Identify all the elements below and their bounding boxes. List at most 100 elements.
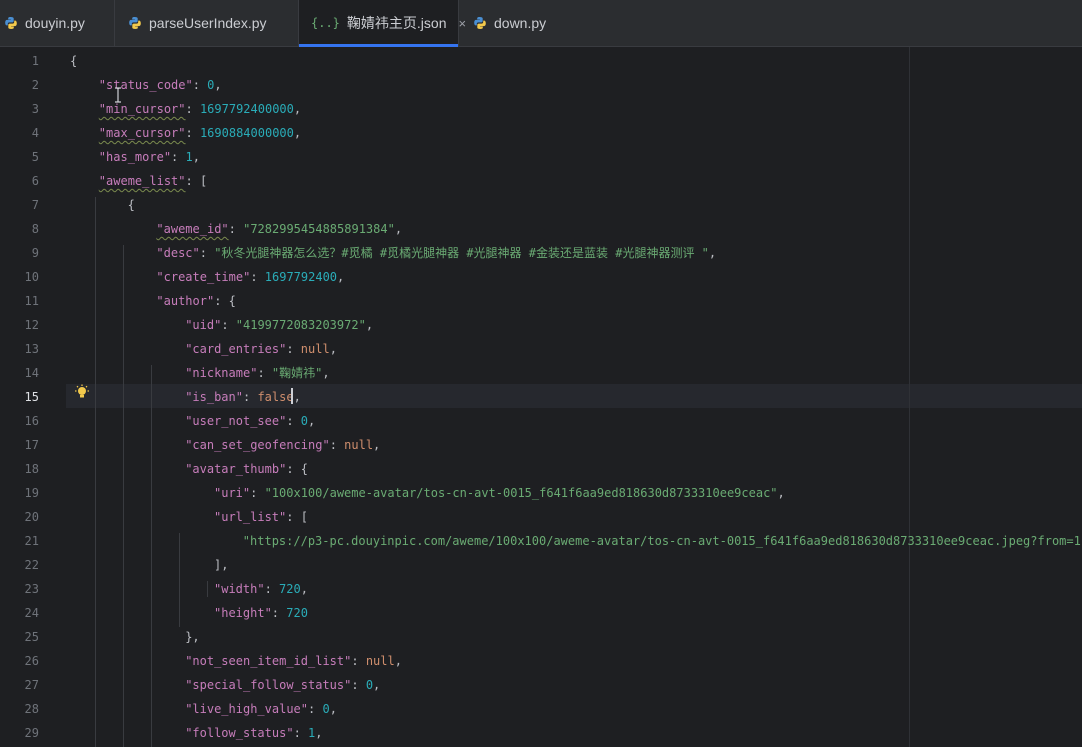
code-line[interactable]: "max_cursor": 1690884000000, (99, 121, 301, 145)
code-token: 0 (322, 702, 330, 716)
line-number[interactable]: 19 (0, 481, 39, 505)
code-token: "aweme_list" (98, 174, 186, 188)
code-token: "live_high_value" (185, 702, 309, 716)
code-line[interactable]: "https://p3-pc.douyinpic.com/aweme/100x1… (243, 529, 1082, 553)
code-token: : (250, 486, 265, 500)
line-number[interactable]: 4 (0, 121, 39, 145)
code-line[interactable]: { (128, 193, 135, 217)
code-line[interactable]: "aweme_list": [ (99, 169, 207, 193)
tab-parseuserindex-py[interactable]: parseUserIndex.py (115, 0, 299, 46)
code-token: "desc" (156, 246, 200, 260)
code-token: : (257, 366, 272, 380)
line-number[interactable]: 20 (0, 505, 39, 529)
code-token: "nickname" (185, 366, 258, 380)
line-number[interactable]: 2 (0, 73, 39, 97)
code-token: , (394, 222, 403, 236)
code-line[interactable]: "special_follow_status": 0, (185, 673, 380, 697)
code-token: , (293, 126, 302, 140)
code-line[interactable]: "has_more": 1, (99, 145, 200, 169)
code-line[interactable]: "width": 720, (214, 577, 308, 601)
line-number[interactable]: 16 (0, 409, 39, 433)
code-line[interactable]: "is_ban": false, (185, 385, 301, 409)
code-token: "width" (214, 582, 265, 596)
line-number[interactable]: 29 (0, 721, 39, 745)
code-line[interactable]: { (70, 49, 77, 73)
code-token: "max_cursor" (98, 126, 186, 140)
code-token: : { (214, 294, 236, 308)
line-number[interactable]: 24 (0, 601, 39, 625)
code-token: 1690884000000 (199, 126, 294, 140)
code-line[interactable]: "follow_status": 1, (185, 721, 322, 745)
line-number[interactable]: 25 (0, 625, 39, 649)
line-number[interactable]: 11 (0, 289, 39, 313)
code-line[interactable]: "card_entries": null, (185, 337, 337, 361)
code-token: "user_not_see" (185, 414, 287, 428)
line-number[interactable]: 26 (0, 649, 39, 673)
python-icon (129, 17, 141, 29)
code-token: "min_cursor" (98, 102, 186, 116)
code-line[interactable]: "desc": "秋冬光腿神器怎么选？#觅橘 #觅橘光腿神器 #光腿神器 #金装… (156, 241, 716, 265)
line-number[interactable]: 7 (0, 193, 39, 217)
code-token: 1697792400000 (199, 102, 294, 116)
code-token: null (365, 654, 395, 668)
code-token: "https://p3-pc.douyinpic.com/aweme/100x1… (242, 534, 1082, 548)
code-token: "has_more" (98, 150, 172, 164)
line-number[interactable]: 28 (0, 697, 39, 721)
line-number[interactable]: 8 (0, 217, 39, 241)
code-line[interactable]: "live_high_value": 0, (185, 697, 337, 721)
line-number[interactable]: 6 (0, 169, 39, 193)
line-number[interactable]: 14 (0, 361, 39, 385)
code-line[interactable]: "aweme_id": "7282995454885891384", (156, 217, 402, 241)
code-token: : (351, 654, 366, 668)
line-number[interactable]: 13 (0, 337, 39, 361)
code-line[interactable]: "avatar_thumb": { (185, 457, 308, 481)
code-token: , (708, 246, 717, 260)
code-line[interactable]: "author": { (156, 289, 235, 313)
line-number[interactable]: 5 (0, 145, 39, 169)
code-token: , (293, 390, 301, 404)
code-token: , (293, 102, 302, 116)
right-margin-guide (909, 47, 910, 747)
line-number[interactable]: 9 (0, 241, 39, 265)
code-token: "author" (156, 294, 215, 308)
line-number-gutter[interactable]: 1 2 3 4 5 6 7 8 9 10 11 12 13 14 15 16 17 18 19 20 21 22 23 24 2… (0, 47, 66, 747)
code-line[interactable]: "nickname": "鞠婧祎", (185, 361, 329, 385)
code-line[interactable]: }, (185, 625, 199, 649)
code-line[interactable]: "can_set_geofencing": null, (185, 433, 380, 457)
code-line[interactable]: "url_list": [ (214, 505, 308, 529)
code-token: : (293, 726, 309, 740)
code-line[interactable]: "uri": "100x100/aweme-avatar/tos-cn-avt-… (214, 481, 785, 505)
lightbulb-icon[interactable] (74, 384, 90, 402)
code-line[interactable]: "min_cursor": 1697792400000, (99, 97, 301, 121)
code-token: : (329, 438, 345, 452)
line-number[interactable]: 21 (0, 529, 39, 553)
line-number[interactable]: 23 (0, 577, 39, 601)
line-number[interactable]: 22 (0, 553, 39, 577)
line-number[interactable]: 27 (0, 673, 39, 697)
code-editor[interactable]: 1 2 3 4 5 6 7 8 9 10 11 12 13 14 15 16 17 18 19 20 21 22 23 24 2… (0, 47, 1082, 747)
line-number[interactable]: 18 (0, 457, 39, 481)
code-token: { (70, 54, 78, 68)
code-line[interactable]: ], (214, 553, 228, 577)
code-line[interactable]: "user_not_see": 0, (185, 409, 315, 433)
indent-guide (95, 197, 96, 747)
line-number[interactable]: 17 (0, 433, 39, 457)
code-token: "follow_status" (185, 726, 294, 740)
tab-down-py[interactable]: down.py (459, 0, 569, 46)
code-token: , (315, 726, 323, 740)
code-token: , (329, 702, 337, 716)
tab-json-file[interactable]: {..} 鞠婧祎主页.json × (299, 0, 466, 47)
code-token: : [ (185, 174, 208, 188)
code-line[interactable]: "height": 720 (214, 601, 308, 625)
code-line[interactable]: "create_time": 1697792400, (156, 265, 344, 289)
code-token: , (373, 438, 381, 452)
line-number[interactable]: 1 (0, 49, 39, 73)
line-number[interactable]: 12 (0, 313, 39, 337)
code-line[interactable]: "not_seen_item_id_list": null, (185, 649, 402, 673)
code-line[interactable]: "uid": "4199772083203972", (185, 313, 373, 337)
line-number[interactable]: 10 (0, 265, 39, 289)
code-token: "秋冬光腿神器怎么选？#觅橘 #觅橘光腿神器 #光腿神器 #金装还是蓝装 #光腿… (214, 246, 709, 260)
tab-douyin-py[interactable]: douyin.py (0, 0, 115, 46)
line-number[interactable]: 15 (0, 385, 39, 409)
line-number[interactable]: 3 (0, 97, 39, 121)
